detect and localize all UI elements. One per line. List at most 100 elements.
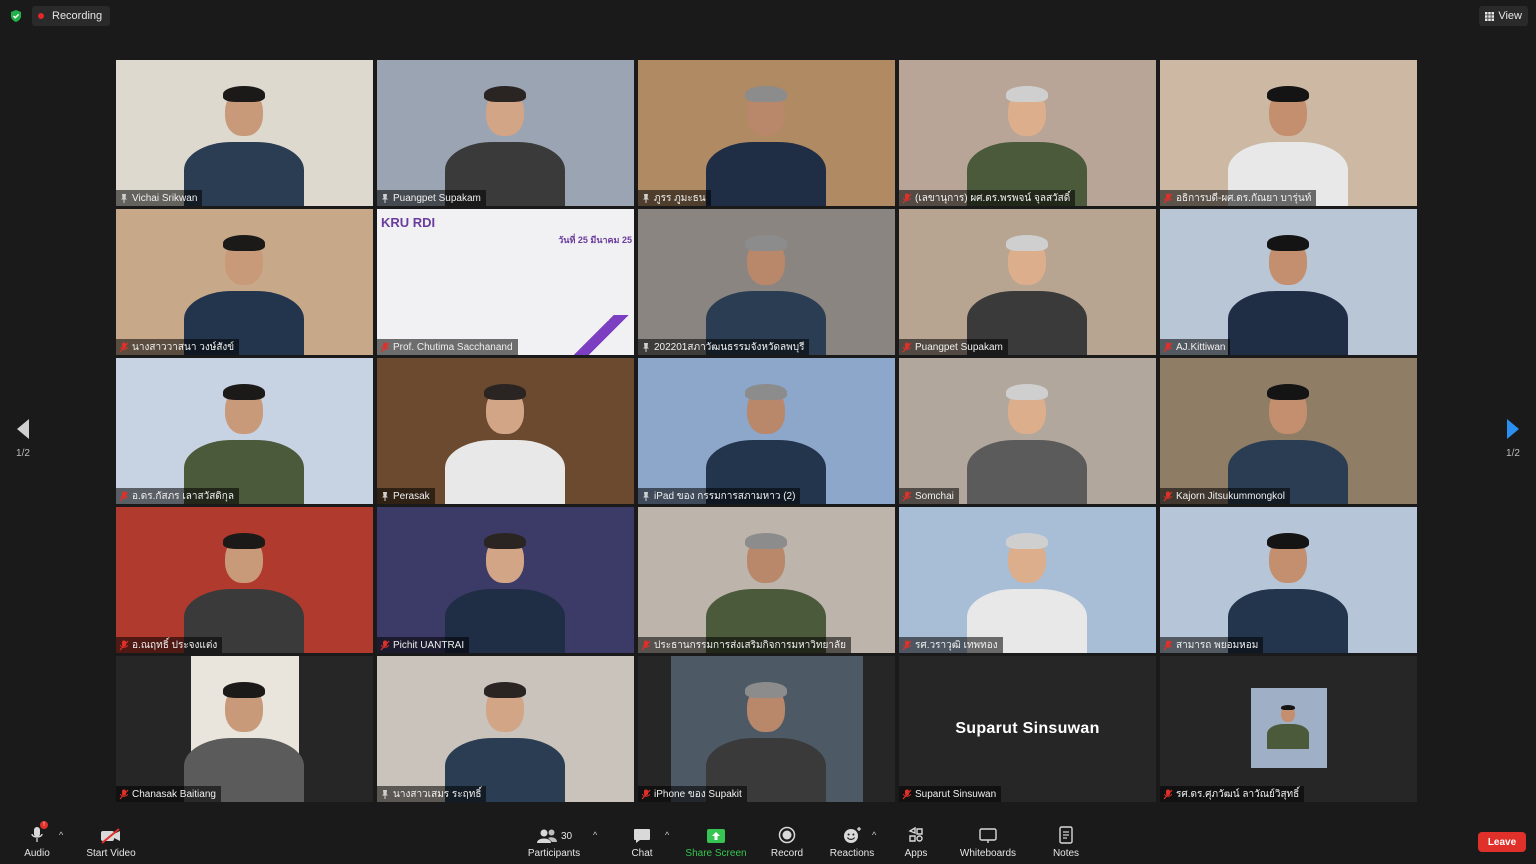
pin-icon (643, 491, 649, 501)
start-video-label: Start Video (86, 848, 136, 859)
participant-video-tile[interactable]: สามารถ พยอมหอม (1160, 507, 1417, 653)
participant-name: อ.ณฤทธิ์ ประจงแต่ง (132, 639, 218, 651)
participant-video-tile[interactable]: Vichai Srikwan (116, 60, 373, 206)
participant-video-tile[interactable]: นางสาววาสนา วงษ์สังข์ (116, 209, 373, 355)
participant-video-tile[interactable]: ภูรร ภูมะธน (638, 60, 895, 206)
meeting-toolbar: ! Audio ^ Start Video 30 Participants ^ … (0, 820, 1536, 864)
participant-video-tile[interactable]: อ.ณฤทธิ์ ประจงแต่ง (116, 507, 373, 653)
participant-name-tag: iPad ของ กรรมการสภามหาว (2) (638, 488, 801, 504)
grid-view-icon (1485, 11, 1495, 21)
share-screen-label: Share Screen (685, 848, 747, 859)
participant-video-tile[interactable]: รศ.วราวุฒิ เทพทอง (899, 507, 1156, 653)
participant-video-tile[interactable]: Somchai (899, 358, 1156, 504)
participant-name: Puangpet Supakam (393, 192, 481, 204)
participant-video-tile[interactable]: AJ.Kittiwan (1160, 209, 1417, 355)
participant-video-tile[interactable]: iPhone ของ Supakit (638, 656, 895, 802)
reactions-smiley-icon (844, 827, 861, 843)
previous-page-indicator: 1/2 (16, 448, 30, 459)
participant-video-tile[interactable]: นางสาวเสมร ระฤทธิ์ (377, 656, 634, 802)
participants-button[interactable]: 30 Participants (528, 824, 580, 862)
share-screen-button[interactable]: Share Screen (685, 824, 747, 862)
participant-video-tile[interactable]: อธิการบดี-ผศ.ดร.กัณยา บารุ่นท์ (1160, 60, 1417, 206)
whiteboards-button[interactable]: Whiteboards (957, 824, 1019, 862)
leave-button[interactable]: Leave (1478, 832, 1526, 852)
participant-name: Perasak (393, 490, 430, 502)
participant-video-tile[interactable]: Suparut Sinsuwan Suparut Sinsuwan (899, 656, 1156, 802)
participant-name-tag: รศ.วราวุฒิ เทพทอง (899, 637, 1003, 653)
reactions-options-caret[interactable]: ^ (872, 830, 876, 840)
recording-dot-icon (38, 13, 44, 19)
reactions-button[interactable]: Reactions (829, 824, 875, 862)
participants-label: Participants (527, 848, 581, 859)
muted-microphone-icon (1163, 193, 1173, 203)
muted-microphone-icon (380, 342, 390, 352)
chat-options-caret[interactable]: ^ (665, 830, 669, 840)
participant-name-tag: Somchai (899, 488, 959, 504)
participant-video-tile[interactable]: Perasak (377, 358, 634, 504)
participant-name: (เลขานุการ) ผศ.ดร.พรพจน์ จุลสวัสดิ์ (915, 192, 1071, 204)
participant-name: อธิการบดี-ผศ.ดร.กัณยา บารุ่นท์ (1176, 192, 1312, 204)
pin-icon (382, 789, 388, 799)
participants-options-caret[interactable]: ^ (593, 830, 597, 840)
record-icon (778, 826, 796, 844)
chat-button[interactable]: Chat (628, 824, 656, 862)
audio-options-caret[interactable]: ^ (59, 830, 63, 840)
start-video-button[interactable]: Start Video (86, 824, 136, 862)
notes-button[interactable]: Notes (1050, 824, 1082, 862)
participant-video-tile[interactable]: Kajorn Jitsukummongkol (1160, 358, 1417, 504)
participant-name: AJ.Kittiwan (1176, 341, 1226, 353)
muted-microphone-icon (119, 491, 129, 501)
notes-label: Notes (1052, 848, 1080, 859)
participant-name-tag: Chanasak Baitiang (116, 786, 221, 802)
slide-decoration (574, 315, 634, 355)
video-off-icon (101, 828, 120, 844)
audio-button[interactable]: ! Audio (22, 821, 52, 862)
participant-name-tag: Puangpet Supakam (899, 339, 1008, 355)
audio-alert-badge: ! (40, 821, 48, 829)
apps-button[interactable]: Apps (901, 824, 931, 862)
participant-name: Vichai Srikwan (132, 192, 198, 204)
participant-name-tag: 202201สภาวัฒนธรรมจังหวัดลพบุรี (638, 339, 810, 355)
previous-page-arrow-icon[interactable] (16, 418, 30, 440)
pin-icon (382, 193, 388, 203)
participant-video-tile[interactable]: Pichit UANTRAI (377, 507, 634, 653)
muted-microphone-icon (902, 342, 912, 352)
participant-name: รศ.ดร.ศุภวัฒน์ ลาวัณย์วิสุทธิ์ (1176, 788, 1300, 800)
participant-video-tile[interactable]: รศ.ดร.ศุภวัฒน์ ลาวัณย์วิสุทธิ์ (1160, 656, 1417, 802)
participant-video-tile[interactable]: iPad ของ กรรมการสภามหาว (2) (638, 358, 895, 504)
participant-video-tile[interactable]: 202201สภาวัฒนธรรมจังหวัดลพบุรี (638, 209, 895, 355)
participant-display-name: Suparut Sinsuwan (955, 720, 1100, 737)
participant-name-tag: อ.ณฤทธิ์ ประจงแต่ง (116, 637, 223, 653)
recording-indicator[interactable]: Recording (32, 6, 111, 26)
participant-video-tile[interactable]: Chanasak Baitiang (116, 656, 373, 802)
participants-count: 30 (560, 831, 573, 842)
participant-video-tile[interactable]: (เลขานุการ) ผศ.ดร.พรพจน์ จุลสวัสดิ์ (899, 60, 1156, 206)
participant-video-tile[interactable]: Puangpet Supakam (377, 60, 634, 206)
participant-name: iPad ของ กรรมการสภามหาว (2) (654, 490, 796, 502)
participant-video-tile[interactable]: KRU RDI วันที่ 25 มีนาคม 25 Prof. Chutima … (377, 209, 634, 355)
next-page-nav: 1/2 (1493, 418, 1533, 459)
next-page-arrow-icon[interactable] (1506, 418, 1520, 440)
shared-slide-logo: KRU RDI (381, 215, 436, 230)
view-button[interactable]: View (1479, 6, 1528, 26)
previous-page-nav: 1/2 (3, 418, 43, 459)
video-gallery-grid: Vichai Srikwan Puangpet Supakam ภูรร ภูมะธ… (116, 60, 1419, 804)
participant-name-tag: นางสาววาสนา วงษ์สังข์ (116, 339, 240, 355)
apps-icon (908, 826, 923, 842)
participant-name: Puangpet Supakam (915, 341, 1003, 353)
participant-video-tile[interactable]: อ.ดร.กัสภร เลาสวัสดิกุล (116, 358, 373, 504)
pin-icon (382, 491, 388, 501)
next-page-indicator: 1/2 (1506, 448, 1520, 459)
shield-check-icon[interactable] (9, 9, 23, 23)
participant-name: 202201สภาวัฒนธรรมจังหวัดลพบุรี (654, 341, 805, 353)
record-button[interactable]: Record (770, 824, 804, 862)
participant-video-tile[interactable]: Puangpet Supakam (899, 209, 1156, 355)
participant-name: Pichit UANTRAI (393, 639, 465, 651)
muted-microphone-icon (119, 342, 129, 352)
participant-name: iPhone ของ Supakit (654, 788, 742, 800)
participant-name-tag: สามารถ พยอมหอม (1160, 637, 1264, 653)
pin-icon (643, 193, 649, 203)
share-screen-icon (707, 829, 725, 843)
audio-label: Audio (24, 848, 50, 859)
participant-video-tile[interactable]: ประธานกรรมการส่งเสริมกิจการมหาวิทยาลัย (638, 507, 895, 653)
